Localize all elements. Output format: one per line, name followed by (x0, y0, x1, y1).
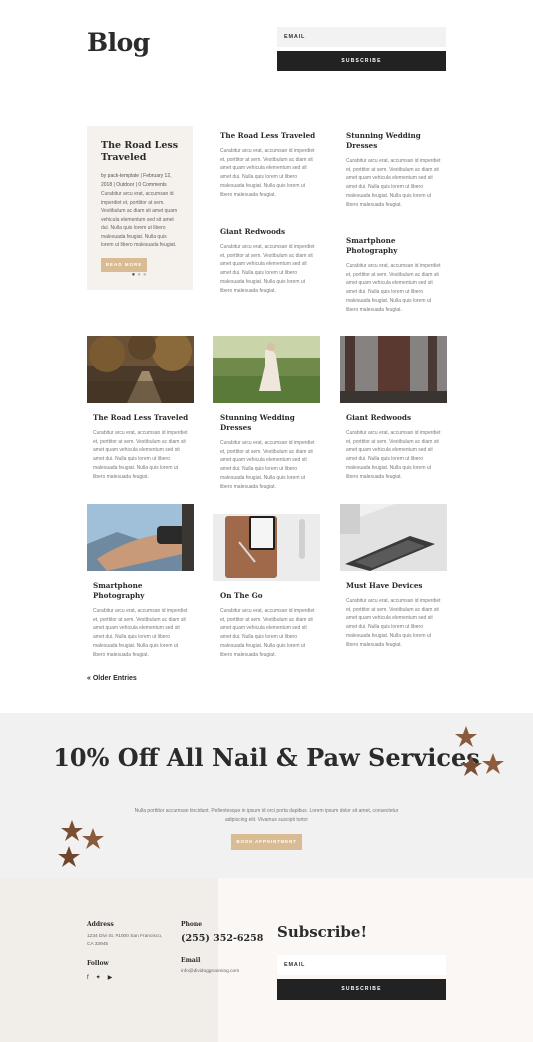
post-excerpt: Curabitur arcu erat, accumsan id imperdi… (220, 244, 315, 294)
post-title[interactable]: On The Go (220, 591, 316, 601)
post-title[interactable]: Smartphone Photography (93, 581, 189, 601)
hands-binoculars-image[interactable] (87, 504, 194, 571)
promo-text: Nulla porttitor accumsan tincidunt. Pell… (134, 808, 399, 823)
featured-post-meta: by pack-template | February 12, 2018 | O… (101, 173, 172, 188)
post-excerpt: Curabitur arcu erat, accumsan id imperdi… (220, 148, 315, 198)
post-title[interactable]: Giant Redwoods (220, 227, 316, 237)
post-title[interactable]: Smartphone Photography (346, 236, 442, 256)
list-item[interactable]: Smartphone Photography Curabitur arcu er… (346, 236, 442, 314)
twitter-icon[interactable]: ✦ (96, 975, 101, 981)
post-excerpt: Curabitur arcu erat, accumsan id imperdi… (346, 263, 441, 313)
post-excerpt: Curabitur arcu erat, accumsan id imperdi… (93, 608, 188, 658)
phone-label: Phone (181, 921, 203, 928)
list-item[interactable]: Stunning Wedding Dresses Curabitur arcu … (346, 131, 442, 209)
footer-subscribe-button[interactable]: SUBSCRIBE (277, 979, 446, 1000)
subscribe-button[interactable]: SUBSCRIBE (277, 51, 446, 71)
list-item[interactable]: The Road Less Traveled Curabitur arcu er… (220, 131, 316, 199)
forest-road-image[interactable] (87, 336, 194, 403)
book-appointment-button[interactable]: BOOK APPOINTMENT (231, 834, 302, 850)
facebook-icon[interactable]: f (87, 975, 89, 981)
older-entries-link[interactable]: « Older Entries (87, 675, 137, 682)
phone-on-leather-image[interactable] (213, 514, 320, 581)
list-item[interactable]: Giant Redwoods Curabitur arcu erat, accu… (220, 227, 316, 295)
post-title[interactable]: Giant Redwoods (346, 413, 442, 423)
list-item[interactable]: On The Go Curabitur arcu erat, accumsan … (220, 591, 316, 659)
post-excerpt: Curabitur arcu erat, accumsan id imperdi… (93, 430, 188, 480)
list-item[interactable]: Giant Redwoods Curabitur arcu erat, accu… (346, 413, 442, 481)
footer-email-input[interactable]: EMAIL (277, 955, 446, 975)
dog-treats-image (455, 726, 504, 776)
page-title: Blog (87, 28, 150, 57)
list-item[interactable]: The Road Less Traveled Curabitur arcu er… (93, 413, 189, 481)
list-item[interactable]: Must Have Devices Curabitur arcu erat, a… (346, 581, 442, 649)
laptop-keyboard-image[interactable] (340, 504, 447, 571)
post-title[interactable]: The Road Less Traveled (220, 131, 316, 141)
featured-post-card[interactable]: The Road Less Traveled by pack-template … (87, 126, 193, 290)
slider-dots[interactable]: ●●● (87, 272, 193, 278)
phone-number[interactable]: (255) 352-6258 (181, 933, 263, 944)
dog-treats-image (58, 820, 104, 867)
list-item[interactable]: Stunning Wedding Dresses Curabitur arcu … (220, 413, 316, 491)
post-excerpt: Curabitur arcu erat, accumsan id imperdi… (346, 598, 441, 648)
address-text: 1234 Divi St. #1000 San Francisco, CA 33… (87, 934, 163, 947)
post-title[interactable]: Stunning Wedding Dresses (346, 131, 442, 151)
post-title[interactable]: The Road Less Traveled (93, 413, 189, 423)
address-label: Address (87, 921, 114, 928)
post-excerpt: Curabitur arcu erat, accumsan id imperdi… (220, 440, 315, 490)
read-more-button[interactable]: READ MORE (101, 257, 147, 272)
social-links: f ✦ ▶ (87, 974, 119, 981)
post-excerpt: Curabitur arcu erat, accumsan id imperdi… (220, 608, 315, 658)
post-excerpt: Curabitur arcu erat, accumsan id imperdi… (346, 430, 441, 480)
redwood-trunk-image[interactable] (340, 336, 447, 403)
list-item[interactable]: Smartphone Photography Curabitur arcu er… (93, 581, 189, 659)
bride-field-image[interactable] (213, 336, 320, 403)
post-title[interactable]: Must Have Devices (346, 581, 442, 591)
follow-label: Follow (87, 960, 109, 967)
youtube-icon[interactable]: ▶ (108, 975, 113, 981)
post-excerpt: Curabitur arcu erat, accumsan id imperdi… (346, 158, 441, 208)
email-address[interactable]: info@dividoggrooming.com (181, 968, 239, 976)
email-input[interactable]: EMAIL (277, 27, 446, 47)
footer-subscribe-title: Subscribe! (277, 923, 368, 941)
email-label: Email (181, 957, 201, 964)
post-title[interactable]: Stunning Wedding Dresses (220, 413, 316, 433)
featured-post-title[interactable]: The Road Less Traveled (101, 140, 179, 164)
featured-post-excerpt: Curabitur arcu erat, accumsan id imperdi… (101, 191, 178, 248)
